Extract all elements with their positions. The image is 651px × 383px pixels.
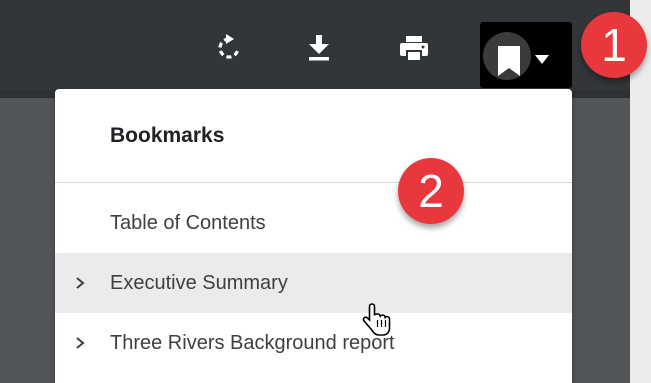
bookmarks-dropdown: Bookmarks Table of Contents Executive Su… (55, 89, 572, 383)
download-icon (309, 35, 329, 61)
hand-cursor-icon (362, 303, 391, 336)
bookmark-item-three-rivers-background-report[interactable]: Three Rivers Background report (55, 313, 572, 373)
print-icon (400, 36, 428, 60)
rotate-button[interactable] (209, 28, 249, 68)
bookmark-item-executive-summary[interactable]: Executive Summary (55, 253, 572, 313)
pdf-toolbar (0, 0, 630, 90)
chevron-right-icon[interactable] (72, 335, 88, 351)
step-badge-1: 1 (581, 12, 647, 78)
rotate-icon (218, 34, 240, 59)
bookmark-item-label: Three Rivers Background report (110, 331, 395, 354)
print-button[interactable] (394, 28, 434, 68)
bookmarks-header: Bookmarks (55, 89, 572, 183)
bookmark-icon (498, 46, 520, 76)
bookmark-item-label: Table of Contents (110, 211, 266, 234)
chevron-down-icon (535, 55, 549, 64)
bookmark-item-label: Executive Summary (110, 271, 288, 294)
chevron-right-icon[interactable] (72, 275, 88, 291)
bookmarks-title: Bookmarks (110, 123, 225, 147)
download-button[interactable] (299, 28, 339, 68)
bookmarks-button[interactable] (480, 22, 572, 88)
step-badge-2: 2 (398, 158, 464, 224)
bookmark-item-table-of-contents[interactable]: Table of Contents (55, 183, 572, 253)
